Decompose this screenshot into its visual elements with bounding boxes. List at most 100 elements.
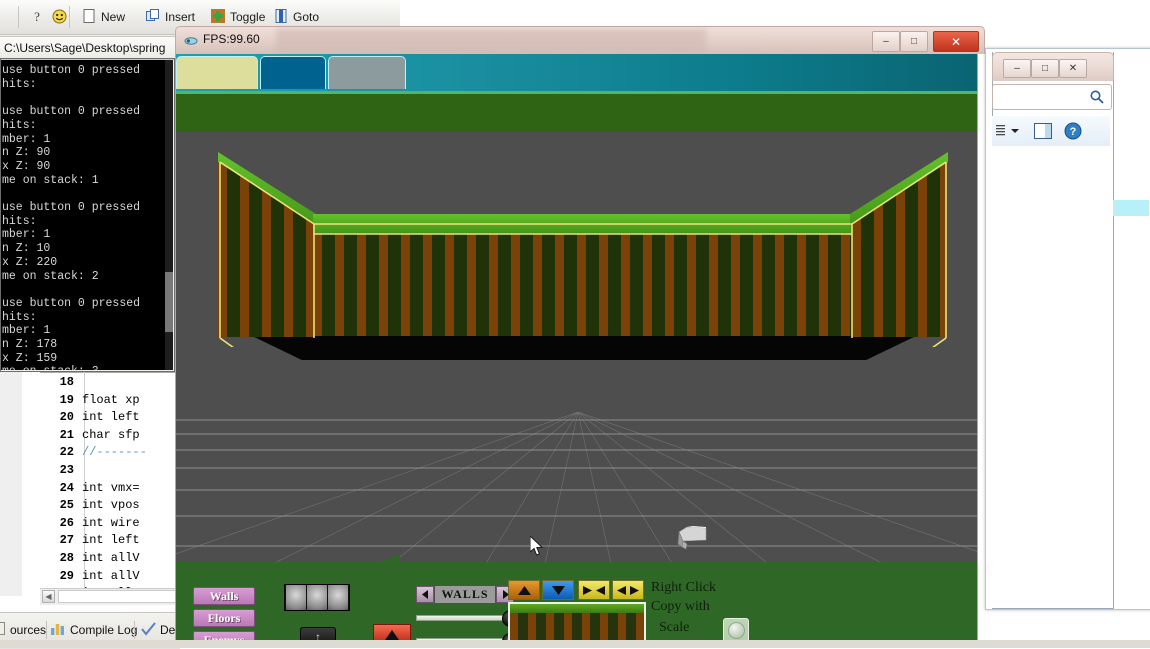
new-button[interactable]: New (76, 5, 130, 29)
triangle-left-icon (421, 590, 428, 599)
game-window[interactable]: FPS:99.60 – □ ✕ Walls Floors ↑ WALLS Rig… (175, 26, 985, 648)
editor-control-panel[interactable]: Walls Floors Enemys Objects Defaults ↑ ↓ (176, 562, 977, 645)
copy-with-title-line2: Copy with (651, 599, 710, 614)
console-scrollbar-thumb[interactable] (165, 272, 173, 332)
game-viewport[interactable]: Walls Floors Enemys Objects Defaults ↑ ↓ (175, 54, 978, 646)
insert-button-label: Insert (165, 10, 196, 24)
slider-red[interactable] (416, 610, 519, 627)
code-line[interactable]: 23 (40, 462, 180, 480)
code-line[interactable]: 25 int vpos (40, 497, 180, 515)
code-line-text: int left (82, 410, 140, 425)
code-line-text: int vmx= (82, 480, 140, 495)
texture-thumbnail-strip[interactable] (284, 584, 350, 611)
maximize-icon: □ (1041, 63, 1049, 74)
category-button-walls[interactable]: Walls (193, 587, 255, 605)
code-line-number: 27 (59, 533, 74, 548)
category-button-floors[interactable]: Floors (193, 609, 255, 627)
code-lines[interactable]: 18 19 float xp 20 int left 21 char sfp 22 //----… (40, 374, 180, 596)
explorer-menu-icon[interactable] (996, 121, 1006, 141)
texture-thumb-2[interactable] (306, 585, 328, 610)
wall-face-back[interactable] (313, 234, 853, 336)
code-line-text: int vpos (82, 498, 140, 513)
code-line-number: 25 (59, 498, 74, 513)
minimize-icon: – (1014, 63, 1020, 74)
minimize-icon: – (883, 36, 889, 47)
console-output: use button 0 pressed hits: use button 0 … (0, 60, 172, 370)
svg-text:?: ? (1070, 126, 1077, 138)
arena-geometry (218, 152, 948, 360)
path-bar[interactable]: C:\Users\Sage\Desktop\spring (0, 36, 183, 60)
code-line[interactable]: 19 float xp (40, 392, 180, 410)
new-file-icon (81, 9, 97, 25)
editor-hscroll-left-arrow[interactable]: ◀ (42, 590, 55, 603)
code-line[interactable]: 29 int allV (40, 568, 180, 586)
copy-with-group: Right Click Copy with Scale Color Maps T… (651, 580, 771, 645)
tab-resources[interactable]: ources (0, 619, 46, 641)
code-line-text: int allV (82, 568, 140, 583)
3d-scene[interactable] (176, 132, 977, 562)
code-line-text: int allV (82, 550, 140, 565)
slider-red-track[interactable] (416, 615, 508, 621)
editor-hscroll-track[interactable] (58, 590, 180, 603)
copy-with-title-line1: Right Click (651, 580, 716, 595)
arrows-inward-icon (583, 585, 605, 595)
layer-selector[interactable]: WALLS (416, 585, 516, 604)
radio-scale[interactable] (728, 622, 745, 639)
code-line-number: 20 (59, 410, 74, 425)
explorer-titlebar[interactable]: – □ ✕ (992, 52, 1114, 81)
chevron-down-icon[interactable] (1010, 121, 1020, 141)
texture-up-button[interactable] (508, 580, 540, 600)
help-question-icon: ? (29, 9, 45, 25)
texture-down-button[interactable] (542, 580, 574, 600)
texture-thumb-3[interactable] (328, 585, 349, 610)
pane-view-icon[interactable] (1034, 121, 1052, 141)
perspective-grid-floor (176, 412, 977, 562)
toggle-icon (210, 9, 226, 25)
code-line[interactable]: 18 (40, 374, 180, 392)
path-text: C:\Users\Sage\Desktop\spring (4, 41, 166, 55)
game-maximize-button[interactable]: □ (900, 31, 928, 52)
goto-button-label: Goto (293, 10, 320, 24)
explorer-close-button[interactable]: ✕ (1059, 59, 1087, 78)
code-line[interactable]: 28 int allV (40, 550, 180, 568)
code-line[interactable]: 27 int left (40, 532, 180, 550)
code-line-number: 19 (59, 392, 74, 407)
toggle-button-label: Toggle (230, 10, 266, 24)
explorer-maximize-button[interactable]: □ (1031, 59, 1059, 78)
game-titlebar[interactable]: FPS:99.60 – □ ✕ (175, 26, 985, 54)
help-icon[interactable]: ? (1064, 121, 1082, 141)
game-minimize-button[interactable]: – (872, 31, 900, 52)
explorer-minimize-button[interactable]: – (1003, 59, 1031, 78)
game-close-button[interactable]: ✕ (933, 31, 979, 52)
hud-tab-blue[interactable] (260, 56, 326, 89)
code-line[interactable]: 22 //------- (40, 444, 180, 462)
texture-controls[interactable]: 1002 (508, 580, 656, 645)
code-line[interactable]: 21 char sfp (40, 427, 180, 445)
goto-icon (273, 9, 289, 25)
hud-tab-yellow[interactable] (176, 56, 258, 89)
code-line-number: 26 (59, 515, 74, 530)
code-line-number: 24 (59, 480, 74, 495)
tab-debug[interactable]: De (140, 619, 175, 641)
copy-with-option-scale[interactable]: Scale (659, 620, 689, 636)
game-title-text: FPS:99.60 (203, 32, 260, 46)
texture-grow-button[interactable] (612, 580, 644, 600)
texture-shrink-button[interactable] (578, 580, 610, 600)
code-line-number: 18 (59, 375, 74, 389)
explorer-selected-row[interactable] (1113, 200, 1149, 216)
code-line[interactable]: 26 int wire (40, 515, 180, 533)
bar-chart-icon (50, 622, 66, 638)
new-button-label: New (101, 10, 126, 24)
tab-compile-log[interactable]: Compile Log (50, 619, 137, 641)
selector-prev-button[interactable] (416, 586, 434, 603)
code-line-number: 28 (59, 550, 74, 565)
explorer-toolbar[interactable]: ? (992, 116, 1110, 147)
smiley-face-icon (51, 9, 67, 25)
code-line[interactable]: 20 int left (40, 409, 180, 427)
explorer-search-input[interactable] (992, 84, 1112, 110)
code-line-text: int left (82, 533, 140, 548)
code-line[interactable]: 24 int vmx= (40, 480, 180, 498)
hud-tab-gray[interactable] (328, 56, 406, 89)
selected-mesh[interactable] (673, 520, 709, 550)
texture-thumb-1[interactable] (285, 585, 306, 610)
